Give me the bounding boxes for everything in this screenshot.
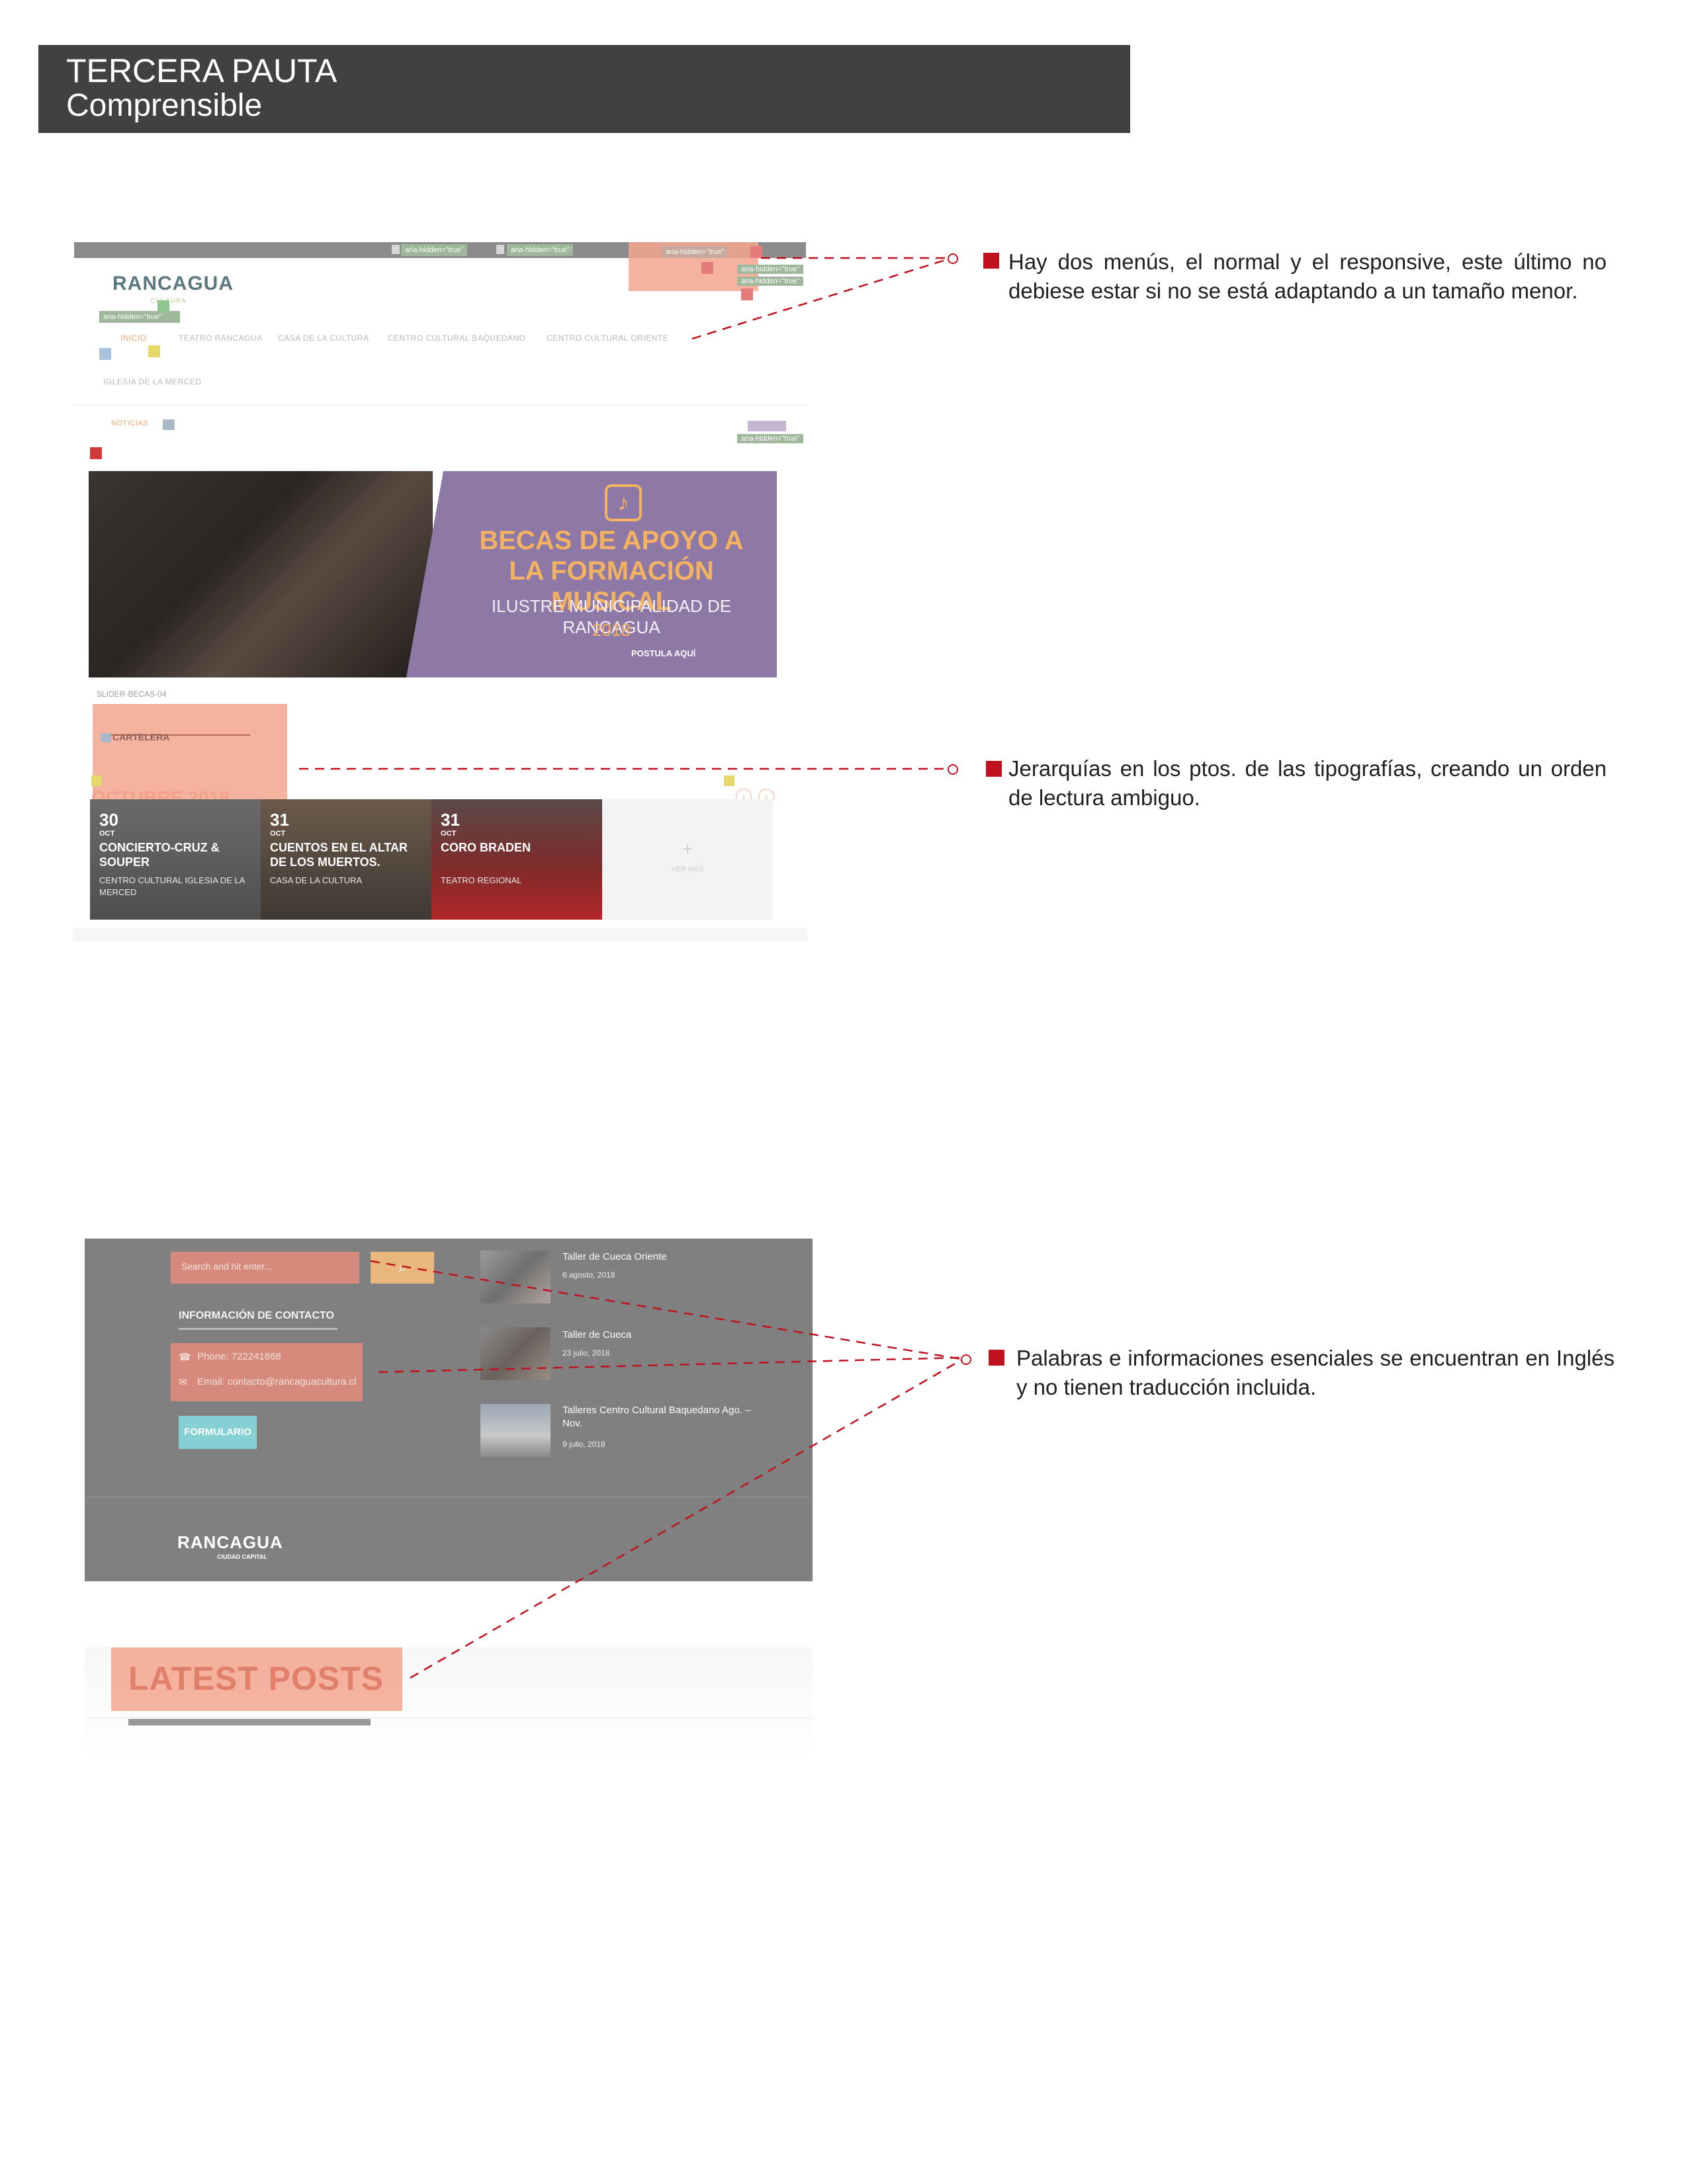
post-thumbnail[interactable] (480, 1327, 551, 1380)
event-month: OCT (99, 830, 115, 838)
ver-mas-label: VER MÁS (671, 865, 704, 873)
menu-item-baquedano[interactable]: CENTRO CULTURAL BAQUEDANO (388, 333, 526, 343)
heading-icon (101, 733, 111, 742)
warning-icon (724, 775, 734, 786)
event-month: OCT (441, 830, 457, 838)
search-input[interactable]: Search and hit enter... (171, 1252, 359, 1284)
event-day: 30 (99, 810, 118, 830)
ver-mas-card[interactable]: + VER MÁS (602, 799, 773, 920)
heading-icon (163, 419, 175, 430)
hero-year: 2018 (592, 620, 631, 640)
event-place: CASA DE LA CULTURA (270, 875, 363, 885)
annotation-note: Jerarquías en los ptos. de las tipografí… (1008, 756, 1607, 810)
noticias-link[interactable]: NOTICIAS (111, 419, 148, 427)
bullet-square (989, 1350, 1004, 1366)
event-title: CUENTOS EN EL ALTAR DE LOS MUERTOS. (270, 841, 408, 869)
event-place: CENTRO CULTURAL IGLESIA DE LA MERCED (99, 875, 245, 897)
user-icon (157, 300, 169, 312)
grid-icon (99, 348, 111, 360)
menu-item-inicio[interactable]: INICIO (120, 333, 147, 343)
event-place: TEATRO REGIONAL (441, 875, 522, 885)
tag-icon (496, 245, 504, 254)
contact-email[interactable]: Email: contacto@rancaguacultura.cl (197, 1376, 356, 1387)
aria-tag: aria-hidden="true" (401, 244, 468, 256)
section-header: TERCERA PAUTA Comprensible (38, 45, 1130, 133)
hand-icon (741, 288, 753, 300)
footer-logo-sub: CIUDAD CAPITAL (217, 1553, 267, 1560)
menu-item-casa[interactable]: CASA DE LA CULTURA (278, 333, 369, 343)
aria-tag: aria-hidden="true" (99, 311, 180, 323)
search-button[interactable]: ⌕ (371, 1252, 434, 1284)
post-title[interactable]: Taller de Cueca (562, 1329, 754, 1342)
post-title[interactable]: Taller de Cueca Oriente (562, 1250, 754, 1264)
tag-icon (748, 421, 786, 431)
post-date: 23 julio, 2018 (562, 1348, 610, 1358)
event-month: OCT (270, 830, 286, 838)
aria-tag: aria-hidden="true" (737, 434, 804, 443)
website-screenshot-footer: Search and hit enter... ⌕ INFORMACIÓN DE… (85, 1239, 813, 1581)
connector-dot (961, 1354, 971, 1365)
website-screenshot-top: aria-hidden="true" aria-hidden="true" ar… (73, 242, 807, 941)
aria-tag: aria-hidden="true" (737, 277, 804, 286)
aria-tag: aria-hidden="true" (507, 244, 574, 256)
search-placeholder: Search and hit enter... (181, 1261, 272, 1272)
post-thumbnail[interactable] (480, 1404, 551, 1457)
connector-dot (948, 253, 958, 264)
footer-strip (73, 928, 807, 941)
plus-icon: + (682, 839, 693, 859)
annotation-note: Palabras e informaciones esenciales se e… (1016, 1346, 1615, 1399)
contact-phone: Phone: 722241868 (197, 1351, 281, 1362)
slider-caption: SLIDER-BECAS-04 (97, 689, 167, 699)
warning-icon (91, 775, 102, 786)
event-title: CONCIERTO-CRUZ & SOUPER (99, 841, 220, 869)
hero-cta[interactable]: POSTULA AQUÍ (631, 648, 695, 658)
latest-posts-underline (128, 1719, 371, 1725)
event-card[interactable]: 31 OCT CORO BRADEN TEATRO REGIONAL (431, 799, 602, 920)
site-logo[interactable]: RANCAGUA (112, 273, 234, 295)
event-card[interactable]: 30 OCT CONCIERTO-CRUZ & SOUPER CENTRO CU… (90, 799, 261, 920)
hand-icon (750, 246, 762, 258)
latest-posts-heading: LATEST POSTS (128, 1660, 384, 1697)
post-thumbnail[interactable] (480, 1250, 551, 1303)
mail-icon: ✉ (179, 1377, 187, 1388)
menu-item-oriente[interactable]: CENTRO CULTURAL ORIENTE (547, 333, 668, 343)
connector-dot (948, 764, 958, 775)
divider (73, 405, 807, 406)
bullet-square (983, 253, 999, 269)
menu-item-merced[interactable]: IGLESIA DE LA MERCED (103, 377, 202, 386)
menu-item-teatro[interactable]: TEATRO RANCAGUA (179, 333, 263, 343)
section-title: TERCERA PAUTA (66, 52, 337, 89)
post-date: 9 julio, 2018 (562, 1440, 605, 1449)
annotation-note: Hay dos menús, el normal y el responsive… (1008, 249, 1607, 303)
cartelera-heading: CARTELERA (112, 732, 170, 742)
post-date: 6 agosto, 2018 (562, 1270, 615, 1280)
event-card[interactable]: 31 OCT CUENTOS EN EL ALTAR DE LOS MUERTO… (261, 799, 431, 920)
event-title: CORO BRADEN (441, 841, 531, 854)
music-note-icon: ♪ (605, 484, 642, 521)
search-icon: ⌕ (398, 1259, 407, 1276)
footer-logo[interactable]: RANCAGUA (177, 1532, 283, 1553)
bullet-square (986, 761, 1002, 777)
aria-tag: aria-hidden="true" (737, 265, 804, 274)
hand-icon (701, 262, 713, 274)
event-day: 31 (270, 810, 289, 830)
contact-heading: INFORMACIÓN DE CONTACTO (179, 1310, 334, 1321)
hero-slider[interactable]: ♪ BECAS DE APOYO A LA FORMACIÓN MUSICAL … (89, 471, 777, 677)
orchestra-photo (89, 471, 433, 677)
latest-posts-section: LATEST POSTS (85, 1647, 813, 1760)
tag-icon (392, 245, 400, 254)
event-day: 31 (441, 810, 460, 830)
aria-tag: aria-hidden="true" (662, 246, 729, 258)
form-button[interactable]: FORMULARIO (179, 1416, 257, 1449)
contact-underline (179, 1328, 337, 1330)
image-icon (90, 447, 102, 459)
phone-icon: ☎ (179, 1352, 191, 1363)
section-subtitle: Comprensible (66, 88, 263, 123)
warning-icon (148, 345, 160, 357)
post-title[interactable]: Talleres Centro Cultural Baquedano Ago. … (562, 1404, 754, 1430)
